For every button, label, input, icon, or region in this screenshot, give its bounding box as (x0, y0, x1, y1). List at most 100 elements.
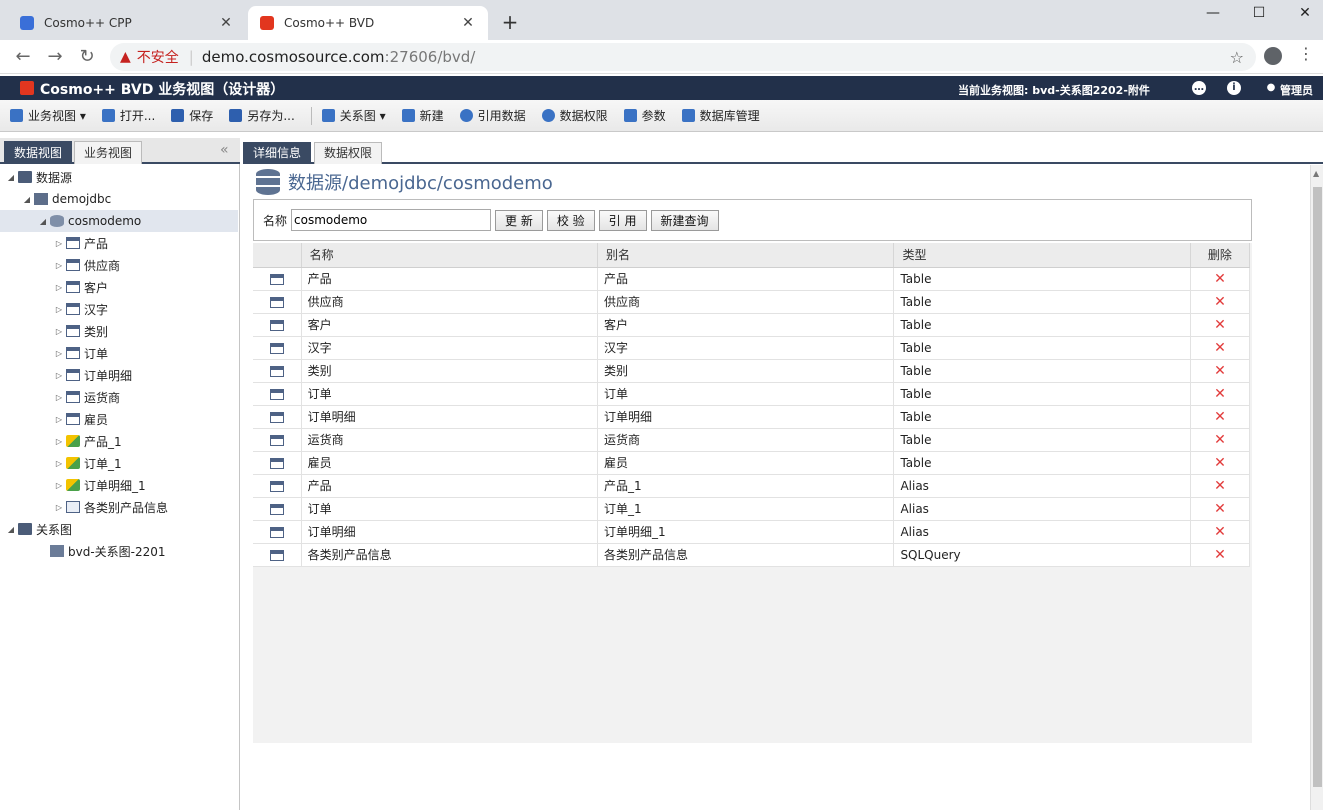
delete-icon[interactable]: ✕ (1214, 478, 1226, 494)
column-header-alias[interactable]: 别名 (597, 243, 895, 268)
expand-arrow-icon[interactable]: ▷ (54, 459, 64, 468)
delete-icon[interactable]: ✕ (1214, 432, 1226, 448)
name-cell[interactable]: 产品 (301, 474, 599, 498)
tree-node[interactable]: ▷ 客户 (0, 276, 238, 298)
name-cell[interactable]: 雇员 (301, 451, 599, 475)
alias-cell[interactable]: 类别 (597, 359, 895, 383)
tab-details[interactable]: 详细信息 (243, 142, 312, 164)
tree-node[interactable]: ▷ 类别 (0, 320, 238, 342)
new-button[interactable]: 新建 (401, 107, 444, 124)
delete-icon[interactable]: ✕ (1214, 547, 1226, 563)
scrollbar-thumb[interactable] (1313, 187, 1322, 787)
expand-arrow-icon[interactable]: ◢ (6, 173, 16, 182)
save-as-button[interactable]: 另存为... (229, 107, 295, 124)
user-name[interactable]: 管理员 (1280, 82, 1313, 98)
diagram-menu-button[interactable]: 关系图 ▾ (321, 107, 386, 124)
name-cell[interactable]: 产品 (301, 267, 599, 291)
alias-cell[interactable]: 订单 (597, 382, 895, 406)
window-close-button[interactable]: ✕ (1282, 0, 1323, 28)
tree-node[interactable]: ◢ 数据源 (0, 166, 238, 188)
delete-icon[interactable]: ✕ (1214, 386, 1226, 402)
alias-cell[interactable]: 订单明细_1 (597, 520, 895, 544)
browser-tab-cpp[interactable]: Cosmo++ CPP ✕ (8, 6, 246, 40)
reload-icon[interactable]: ↻ (76, 46, 98, 68)
name-cell[interactable]: 汉字 (301, 336, 599, 360)
alias-cell[interactable]: 客户 (597, 313, 895, 337)
delete-icon[interactable]: ✕ (1214, 524, 1226, 540)
delete-icon[interactable]: ✕ (1214, 409, 1226, 425)
alias-cell[interactable]: 订单_1 (597, 497, 895, 521)
alias-cell[interactable]: 运货商 (597, 428, 895, 452)
tree-node[interactable]: ▷ 供应商 (0, 254, 238, 276)
collapse-panel-icon[interactable]: « (220, 142, 229, 158)
tree-node[interactable]: ▷ 运货商 (0, 386, 238, 408)
delete-icon[interactable]: ✕ (1214, 340, 1226, 356)
info-icon[interactable]: i (1227, 81, 1241, 95)
expand-arrow-icon[interactable]: ▷ (54, 239, 64, 248)
tree-node[interactable]: ◢ cosmodemo (0, 210, 238, 232)
user-icon[interactable]: ● (1264, 81, 1278, 95)
new-query-button[interactable]: 新建查询 (650, 209, 719, 231)
expand-arrow-icon[interactable]: ◢ (6, 525, 16, 534)
save-button[interactable]: 保存 (171, 107, 213, 124)
tab-business-view[interactable]: 业务视图 (74, 141, 143, 164)
table-row[interactable]: 产品 产品_1 Alias ✕ (253, 474, 1251, 498)
expand-arrow-icon[interactable]: ◢ (22, 195, 32, 204)
business-view-menu-button[interactable]: 业务视图 ▾ (10, 107, 86, 124)
tree-node[interactable]: ▷ 订单明细 (0, 364, 238, 386)
alias-cell[interactable]: 汉字 (597, 336, 895, 360)
expand-arrow-icon[interactable]: ▷ (54, 437, 64, 446)
reference-button[interactable]: 引 用 (598, 209, 647, 231)
alias-cell[interactable]: 雇员 (597, 451, 895, 475)
tab-data-view[interactable]: 数据视图 (4, 141, 73, 164)
tree-node[interactable]: bvd-关系图-2201 (0, 540, 238, 562)
browser-tab-bvd[interactable]: Cosmo++ BVD ✕ (248, 6, 488, 40)
table-row[interactable]: 产品 产品 Table ✕ (253, 267, 1251, 291)
back-icon[interactable]: ← (12, 46, 34, 68)
name-input[interactable] (291, 209, 492, 231)
delete-icon[interactable]: ✕ (1214, 294, 1226, 310)
name-cell[interactable]: 客户 (301, 313, 599, 337)
table-row[interactable]: 订单 订单_1 Alias ✕ (253, 497, 1251, 521)
content-scrollbar[interactable]: ▲ (1310, 165, 1323, 810)
expand-arrow-icon[interactable]: ▷ (54, 349, 64, 358)
name-cell[interactable]: 各类别产品信息 (301, 543, 599, 567)
account-icon[interactable] (1264, 47, 1282, 65)
expand-arrow-icon[interactable]: ▷ (54, 261, 64, 270)
forward-icon[interactable]: → (44, 46, 66, 68)
table-row[interactable]: 类别 类别 Table ✕ (253, 359, 1251, 383)
name-cell[interactable]: 运货商 (301, 428, 599, 452)
table-row[interactable]: 雇员 雇员 Table ✕ (253, 451, 1251, 475)
expand-arrow-icon[interactable]: ▷ (54, 305, 64, 314)
column-header-name[interactable]: 名称 (301, 243, 599, 268)
update-button[interactable]: 更 新 (495, 209, 543, 231)
reference-data-button[interactable]: 引用数据 (459, 107, 526, 124)
alias-cell[interactable]: 供应商 (597, 290, 895, 314)
tree-node[interactable]: ◢ 关系图 (0, 518, 238, 540)
tree-node[interactable]: ▷ 产品 (0, 232, 238, 254)
expand-arrow-icon[interactable]: ▷ (54, 415, 64, 424)
alias-cell[interactable]: 产品_1 (597, 474, 895, 498)
url-field[interactable]: ▲ 不安全 | demo.cosmosource.com :27606/bvd/… (110, 43, 1256, 71)
name-cell[interactable]: 订单明细 (301, 520, 599, 544)
table-row[interactable]: 运货商 运货商 Table ✕ (253, 428, 1251, 452)
expand-arrow-icon[interactable]: ▷ (54, 503, 64, 512)
delete-icon[interactable]: ✕ (1214, 317, 1226, 333)
expand-arrow-icon[interactable]: ▷ (54, 283, 64, 292)
browser-menu-icon[interactable]: ⋮ (1298, 44, 1314, 63)
minimize-button[interactable]: — (1190, 0, 1236, 28)
expand-arrow-icon[interactable]: ▷ (54, 371, 64, 380)
bookmark-star-icon[interactable]: ☆ (1230, 48, 1244, 67)
alias-cell[interactable]: 各类别产品信息 (597, 543, 895, 567)
tree-node[interactable]: ◢ demojdbc (0, 188, 238, 210)
tree-node[interactable]: ▷ 各类别产品信息 (0, 496, 238, 518)
tab-data-permission[interactable]: 数据权限 (314, 142, 383, 164)
tree-node[interactable]: ▷ 订单 (0, 342, 238, 364)
delete-icon[interactable]: ✕ (1214, 501, 1226, 517)
table-row[interactable]: 订单明细 订单明细 Table ✕ (253, 405, 1251, 429)
table-row[interactable]: 汉字 汉字 Table ✕ (253, 336, 1251, 360)
delete-icon[interactable]: ✕ (1214, 363, 1226, 379)
delete-icon[interactable]: ✕ (1214, 455, 1226, 471)
validate-button[interactable]: 校 验 (546, 209, 595, 231)
data-permission-button[interactable]: 数据权限 (541, 107, 608, 124)
